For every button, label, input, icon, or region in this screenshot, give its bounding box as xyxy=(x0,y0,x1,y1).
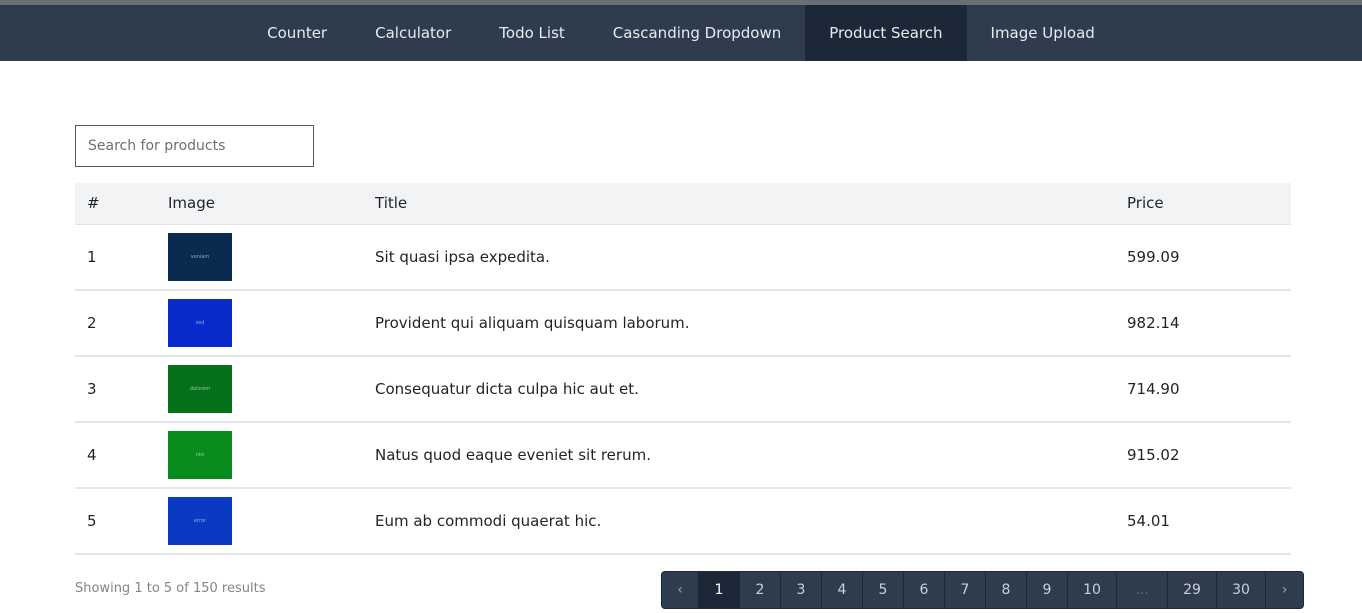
page-button-8[interactable]: 8 xyxy=(986,572,1027,608)
table-row: 4 nisi Natus quod eaque eveniet sit reru… xyxy=(75,422,1291,489)
column-header-image: Image xyxy=(156,183,363,225)
row-number: 1 xyxy=(75,224,156,291)
column-header-title: Title xyxy=(363,183,1115,225)
table-row: 1 veniam Sit quasi ipsa expedita. 599.09 xyxy=(75,224,1291,291)
pagination: ‹ 1 2 3 4 5 6 7 8 9 10 ... 29 30 › xyxy=(661,571,1304,609)
page-button-2[interactable]: 2 xyxy=(740,572,781,608)
product-thumbnail: veniam xyxy=(168,232,232,281)
row-image-cell: sed xyxy=(156,290,363,357)
page-button-6[interactable]: 6 xyxy=(904,572,945,608)
nav-item-cascading-dropdown[interactable]: Cascanding Dropdown xyxy=(589,5,805,61)
product-thumbnail: sed xyxy=(168,299,232,347)
page-button-30[interactable]: 30 xyxy=(1217,572,1266,608)
row-number: 5 xyxy=(75,488,156,555)
table-row: 5 error Eum ab commodi quaerat hic. 54.0… xyxy=(75,488,1291,555)
page-button-29[interactable]: 29 xyxy=(1168,572,1217,608)
nav-item-image-upload[interactable]: Image Upload xyxy=(967,5,1119,61)
column-header-number: # xyxy=(75,183,156,225)
row-image-cell: error xyxy=(156,488,363,555)
row-number: 2 xyxy=(75,290,156,357)
results-summary: Showing 1 to 5 of 150 results xyxy=(75,581,266,596)
row-price: 599.09 xyxy=(1115,224,1291,291)
row-title: Eum ab commodi quaerat hic. xyxy=(363,488,1115,555)
nav-item-product-search[interactable]: Product Search xyxy=(805,5,967,61)
row-price: 915.02 xyxy=(1115,422,1291,489)
row-title: Sit quasi ipsa expedita. xyxy=(363,224,1115,291)
column-header-price: Price xyxy=(1115,183,1291,225)
row-image-cell: veniam xyxy=(156,224,363,291)
row-price: 982.14 xyxy=(1115,290,1291,357)
row-number: 3 xyxy=(75,356,156,423)
row-price: 714.90 xyxy=(1115,356,1291,423)
page-button-1[interactable]: 1 xyxy=(699,572,740,608)
page-ellipsis: ... xyxy=(1117,572,1168,608)
page-button-3[interactable]: 3 xyxy=(781,572,822,608)
nav-item-counter[interactable]: Counter xyxy=(243,5,351,61)
chevron-right-icon[interactable]: › xyxy=(1266,572,1303,608)
nav-item-todo-list[interactable]: Todo List xyxy=(475,5,588,61)
row-title: Provident qui aliquam quisquam laborum. xyxy=(363,290,1115,357)
product-thumbnail: nisi xyxy=(168,431,232,479)
row-title: Natus quod eaque eveniet sit rerum. xyxy=(363,422,1115,489)
table-row: 3 dolorem Consequatur dicta culpa hic au… xyxy=(75,356,1291,423)
page-button-5[interactable]: 5 xyxy=(863,572,904,608)
chevron-left-icon[interactable]: ‹ xyxy=(662,572,699,608)
top-nav: Counter Calculator Todo List Cascanding … xyxy=(0,5,1362,61)
page-button-10[interactable]: 10 xyxy=(1068,572,1117,608)
row-image-cell: nisi xyxy=(156,422,363,489)
row-title: Consequatur dicta culpa hic aut et. xyxy=(363,356,1115,423)
row-image-cell: dolorem xyxy=(156,356,363,423)
table-row: 2 sed Provident qui aliquam quisquam lab… xyxy=(75,290,1291,357)
products-table: # Image Title Price 1 veniam Sit quasi i… xyxy=(75,183,1291,555)
nav-item-calculator[interactable]: Calculator xyxy=(351,5,475,61)
product-thumbnail: dolorem xyxy=(168,365,232,413)
row-number: 4 xyxy=(75,422,156,489)
search-input[interactable] xyxy=(75,125,314,167)
table-header-row: # Image Title Price xyxy=(75,183,1291,225)
product-thumbnail: error xyxy=(168,497,232,545)
page-button-4[interactable]: 4 xyxy=(822,572,863,608)
row-price: 54.01 xyxy=(1115,488,1291,555)
page-button-9[interactable]: 9 xyxy=(1027,572,1068,608)
page-button-7[interactable]: 7 xyxy=(945,572,986,608)
